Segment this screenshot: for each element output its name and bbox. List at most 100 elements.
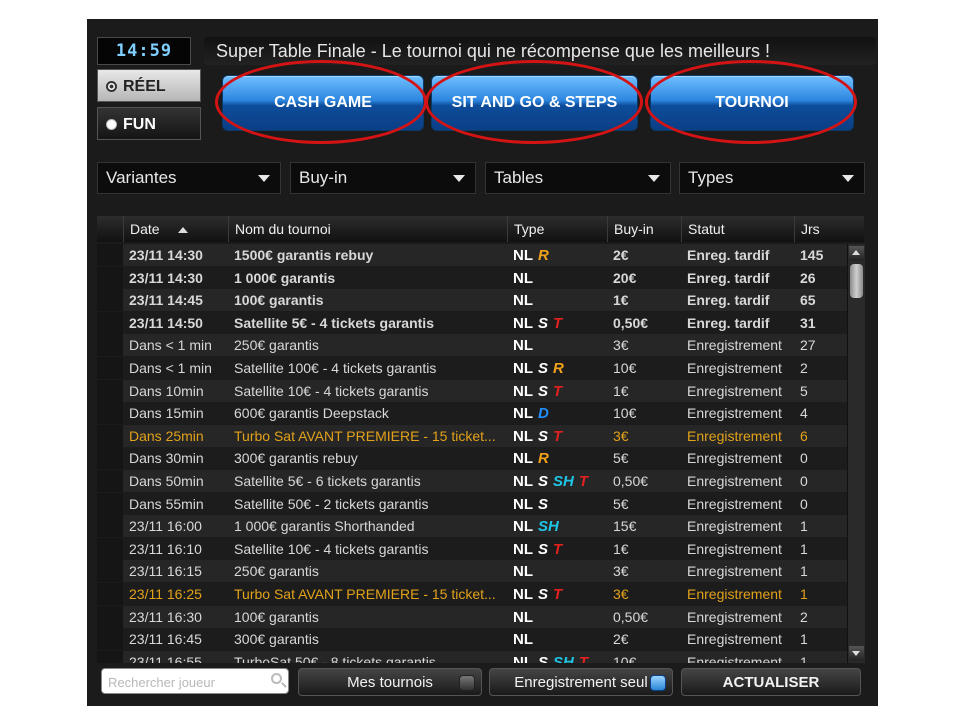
radio-selected-icon: [106, 81, 117, 93]
mode-real-radio[interactable]: RÉEL: [97, 69, 201, 102]
filter-tables-dropdown[interactable]: Tables: [485, 162, 671, 194]
table-row[interactable]: 23/11 16:55 TurboSat 50€ - 8 tickets gara…: [97, 650, 847, 663]
cell-type: NL S SH T: [507, 651, 607, 663]
cell-tournament-name: 600€ garantis Deepstack: [234, 405, 389, 422]
cell-buyin: 5€: [613, 495, 629, 512]
table-row[interactable]: Dans 30min 300€ garantis rebuy NL R 5€ Enregi…: [97, 447, 847, 470]
scroll-up-button[interactable]: [849, 246, 864, 261]
cell-date: 23/11 16:30: [129, 608, 202, 625]
cell-type: NL S SH T: [507, 470, 607, 492]
cell-buyin: 10€: [613, 653, 637, 663]
cell-type: NL: [507, 560, 607, 582]
table-row[interactable]: Dans 55min Satellite 50€ - 2 tickets gara…: [97, 492, 847, 515]
tournament-list: 23/11 14:30 1500€ garantis rebuy NL R 2€ Enre…: [97, 244, 847, 663]
row-gutter: [97, 515, 123, 538]
filter-tables-label: Tables: [494, 168, 544, 187]
tournament-button[interactable]: TOURNOI: [650, 75, 854, 131]
tag-t-badge: T: [553, 586, 563, 603]
table-row[interactable]: Dans 50min Satellite 5€ - 6 tickets garan…: [97, 470, 847, 492]
radio-unselected-icon: [106, 119, 117, 131]
filter-types-dropdown[interactable]: Types: [679, 162, 865, 194]
table-row[interactable]: 23/11 14:45 100€ garantis NL 1€ Enreg. tardi…: [97, 289, 847, 312]
cell-type: NL S T: [507, 380, 607, 402]
row-gutter: [97, 470, 123, 492]
sit-and-go-button[interactable]: SIT AND GO & STEPS: [431, 75, 638, 131]
cell-type: NL: [507, 606, 607, 628]
cell-type: NL S: [507, 493, 607, 515]
cash-game-button[interactable]: CASH GAME: [222, 75, 424, 131]
cell-buyin: 3€: [613, 337, 629, 354]
news-ticker: Super Table Finale - Le tournoi qui ne r…: [204, 37, 876, 65]
cell-type: NL S R: [507, 357, 607, 379]
cell-players: 31: [800, 314, 816, 331]
mode-fun-radio[interactable]: FUN: [97, 107, 201, 140]
tag-s-badge: S: [538, 427, 549, 445]
game-type-label: NL: [513, 586, 533, 603]
cell-status: Enregistrement: [687, 450, 782, 467]
cell-tournament-name: 250€ garantis: [234, 563, 319, 580]
table-row[interactable]: Dans 15min 600€ garantis Deepstack NL D 10€ E…: [97, 402, 847, 425]
cell-date: Dans 55min: [129, 495, 204, 512]
game-type-label: NL: [513, 518, 533, 536]
player-search-box: [101, 668, 289, 694]
game-type-label: NL: [513, 360, 533, 377]
table-header: Date Nom du tournoi Type Buy-in Statut J…: [97, 216, 864, 242]
table-row[interactable]: 23/11 16:25 Turbo Sat AVANT PREMIERE - 15…: [97, 583, 847, 605]
cell-type: NL: [507, 289, 607, 311]
registration-only-toggle[interactable]: Enregistrement seul: [489, 668, 673, 696]
filter-variants-dropdown[interactable]: Variantes: [97, 162, 281, 194]
search-icon[interactable]: [271, 673, 282, 684]
scroll-thumb[interactable]: [850, 264, 863, 298]
table-row[interactable]: 23/11 14:50 Satellite 5€ - 4 tickets gara…: [97, 311, 847, 334]
cell-buyin: 2€: [613, 247, 629, 263]
cell-status: Enregistrement: [687, 495, 782, 512]
tag-r-badge: R: [538, 247, 549, 264]
cell-buyin: 20€: [613, 269, 637, 286]
col-header-status[interactable]: Statut: [681, 216, 794, 242]
row-gutter: [97, 334, 123, 357]
cell-date: Dans 25min: [129, 427, 204, 444]
cell-buyin: 10€: [613, 360, 637, 376]
col-header-buyin[interactable]: Buy-in: [607, 216, 681, 242]
table-row[interactable]: 23/11 16:10 Satellite 10€ - 4 tickets gar…: [97, 537, 847, 560]
table-row[interactable]: 23/11 14:30 1 000€ garantis NL 20€ Enreg. ta…: [97, 266, 847, 289]
col-header-date[interactable]: Date: [123, 216, 228, 242]
table-row[interactable]: 23/11 16:15 250€ garantis NL 3€ Enregistreme…: [97, 560, 847, 583]
col-header-type[interactable]: Type: [507, 216, 607, 242]
cell-players: 1: [800, 653, 808, 663]
mode-real-label: RÉEL: [123, 78, 166, 95]
filter-buyin-dropdown[interactable]: Buy-in: [290, 162, 476, 194]
my-tournaments-toggle[interactable]: Mes tournois: [298, 668, 482, 696]
refresh-button[interactable]: ACTUALISER: [681, 668, 861, 696]
table-row[interactable]: 23/11 14:30 1500€ garantis rebuy NL R 2€ Enre…: [97, 244, 847, 266]
table-row[interactable]: Dans < 1 min 250€ garantis NL 3€ Enregistrem…: [97, 334, 847, 357]
table-row[interactable]: Dans < 1 min Satellite 100€ - 4 tickets g…: [97, 357, 847, 379]
scroll-down-button[interactable]: [849, 646, 864, 661]
tag-s-badge: S: [538, 314, 549, 332]
tag-r-badge: R: [553, 360, 564, 377]
tag-d-badge: D: [538, 405, 549, 423]
cell-tournament-name: Satellite 10€ - 4 tickets garantis: [234, 540, 429, 557]
player-search-input[interactable]: [106, 670, 260, 694]
row-gutter: [97, 583, 123, 605]
cell-buyin: 3€: [613, 427, 629, 444]
cell-buyin: 0,50€: [613, 608, 649, 625]
table-row[interactable]: Dans 25min Turbo Sat AVANT PREMIERE - 15 …: [97, 424, 847, 447]
game-type-label: NL: [513, 314, 533, 332]
col-header-name[interactable]: Nom du tournoi: [228, 216, 507, 242]
table-row[interactable]: Dans 10min Satellite 10€ - 4 tickets gara…: [97, 379, 847, 402]
table-row[interactable]: 23/11 16:45 300€ garantis NL 2€ Enregistreme…: [97, 628, 847, 651]
cell-type: NL: [507, 628, 607, 650]
game-type-label: NL: [513, 653, 533, 663]
table-row[interactable]: 23/11 16:00 1 000€ garantis Shorthanded NL…: [97, 515, 847, 538]
chevron-down-icon: [648, 175, 660, 182]
row-gutter: [97, 244, 123, 266]
col-header-players[interactable]: Jrs: [794, 216, 864, 242]
tag-t-badge: T: [553, 427, 563, 445]
table-row[interactable]: 23/11 16:30 100€ garantis NL 0,50€ Enregistr…: [97, 605, 847, 628]
sort-ascending-icon: [177, 227, 188, 234]
tag-t-badge: T: [553, 382, 563, 400]
cell-players: 4: [800, 405, 808, 422]
cell-players: 5: [800, 382, 808, 399]
scrollbar[interactable]: [847, 244, 865, 663]
